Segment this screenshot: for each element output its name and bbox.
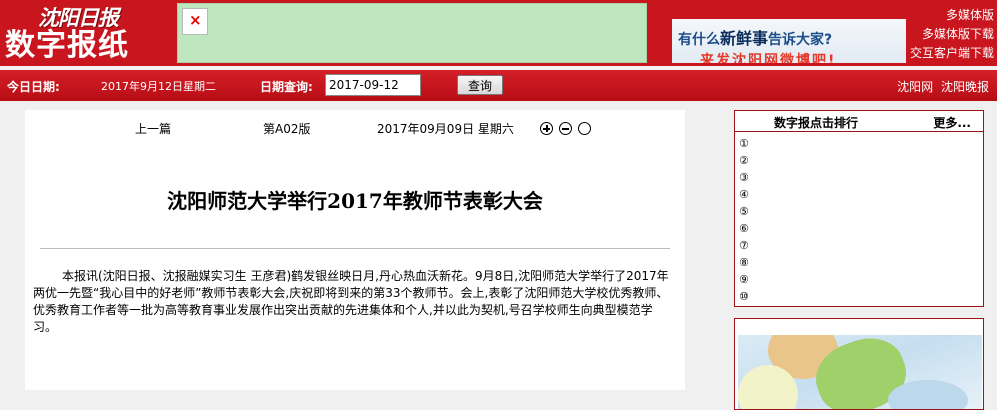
broken-image-icon: × xyxy=(182,8,208,35)
headline-divider xyxy=(40,248,670,249)
ranking-item[interactable]: ⑩ xyxy=(739,288,749,305)
date-query-label: 日期查询: xyxy=(260,80,313,94)
issue-date-label: 2017年09月09日 星期六 xyxy=(377,122,514,136)
date-bar: 今日日期: 2017年9月12日星期二 日期查询: 查询 沈阳网 沈阳晚报 xyxy=(0,70,997,101)
today-date-value: 2017年9月12日星期二 xyxy=(101,80,216,93)
ranking-item[interactable]: ⑦ xyxy=(739,237,749,254)
ranking-list: ① ② ③ ④ ⑤ ⑥ ⑦ ⑧ ⑨ ⑩ xyxy=(739,135,749,305)
ranking-item[interactable]: ⑥ xyxy=(739,220,749,237)
newspaper-logo[interactable]: 沈阳日报 数字报纸 xyxy=(0,0,170,66)
header-banner: 沈阳日报 数字报纸 × 有什么新鲜事告诉大家? 来发沈阳网微博吧! 多媒体版 多… xyxy=(0,0,997,66)
multimedia-download-link[interactable]: 多媒体版下载 xyxy=(910,25,994,44)
header-ad-banner[interactable]: × xyxy=(177,3,647,63)
ranking-more-link[interactable]: 更多... xyxy=(933,114,971,131)
article-body: 本报讯(沈阳日报、沈报融媒实习生 王彦君)鹤发银丝映日月,丹心热血沃新花。9月8… xyxy=(33,269,669,334)
sidebar-photo[interactable] xyxy=(738,335,982,409)
ranking-item[interactable]: ⑤ xyxy=(739,203,749,220)
zoom-reset-icon[interactable] xyxy=(578,122,591,135)
shenyang-evening-news-link[interactable]: 沈阳晚报 xyxy=(941,80,989,94)
ranking-header: 数字报点击排行 更多... xyxy=(735,111,983,132)
header-links: 多媒体版 多媒体版下载 交互客户端下载 xyxy=(910,6,994,63)
page-number-label: 第A02版 xyxy=(263,122,311,136)
interactive-client-download-link[interactable]: 交互客户端下载 xyxy=(910,44,994,63)
zoom-out-icon[interactable] xyxy=(559,122,572,135)
ranking-item[interactable]: ④ xyxy=(739,186,749,203)
click-ranking-box: 数字报点击排行 更多... ① ② ③ ④ ⑤ ⑥ ⑦ ⑧ ⑨ ⑩ xyxy=(734,110,984,307)
site-links: 沈阳网 沈阳晚报 xyxy=(893,78,989,95)
shenyang-net-link[interactable]: 沈阳网 xyxy=(897,80,933,94)
weibo-ad-line1: 有什么新鲜事告诉大家? xyxy=(678,29,833,48)
weibo-ad-line2: 来发沈阳网微博吧! xyxy=(700,53,837,63)
ranking-item[interactable]: ① xyxy=(739,135,749,152)
previous-article-link[interactable]: 上一篇 xyxy=(135,120,171,137)
multimedia-edition-link[interactable]: 多媒体版 xyxy=(910,6,994,25)
ranking-item[interactable]: ③ xyxy=(739,169,749,186)
zoom-in-icon[interactable] xyxy=(540,122,553,135)
weibo-ad-banner[interactable]: 有什么新鲜事告诉大家? 来发沈阳网微博吧! xyxy=(672,19,906,63)
article-panel: 上一篇 第A02版 2017年09月09日 星期六 沈阳师范大学举行2017年教… xyxy=(25,110,685,390)
query-button[interactable]: 查询 xyxy=(457,75,503,95)
sidebar-photo-box xyxy=(734,318,984,410)
ranking-item[interactable]: ② xyxy=(739,152,749,169)
today-date-label: 今日日期: xyxy=(7,80,60,94)
date-query-input[interactable] xyxy=(325,74,421,96)
logo-title-text: 数字报纸 xyxy=(5,28,129,63)
ranking-item[interactable]: ⑨ xyxy=(739,271,749,288)
article-headline: 沈阳师范大学举行2017年教师节表彰大会 xyxy=(167,189,543,213)
ranking-item[interactable]: ⑧ xyxy=(739,254,749,271)
ranking-title: 数字报点击排行 xyxy=(774,116,859,130)
article-nav: 上一篇 第A02版 2017年09月09日 星期六 xyxy=(25,120,685,138)
